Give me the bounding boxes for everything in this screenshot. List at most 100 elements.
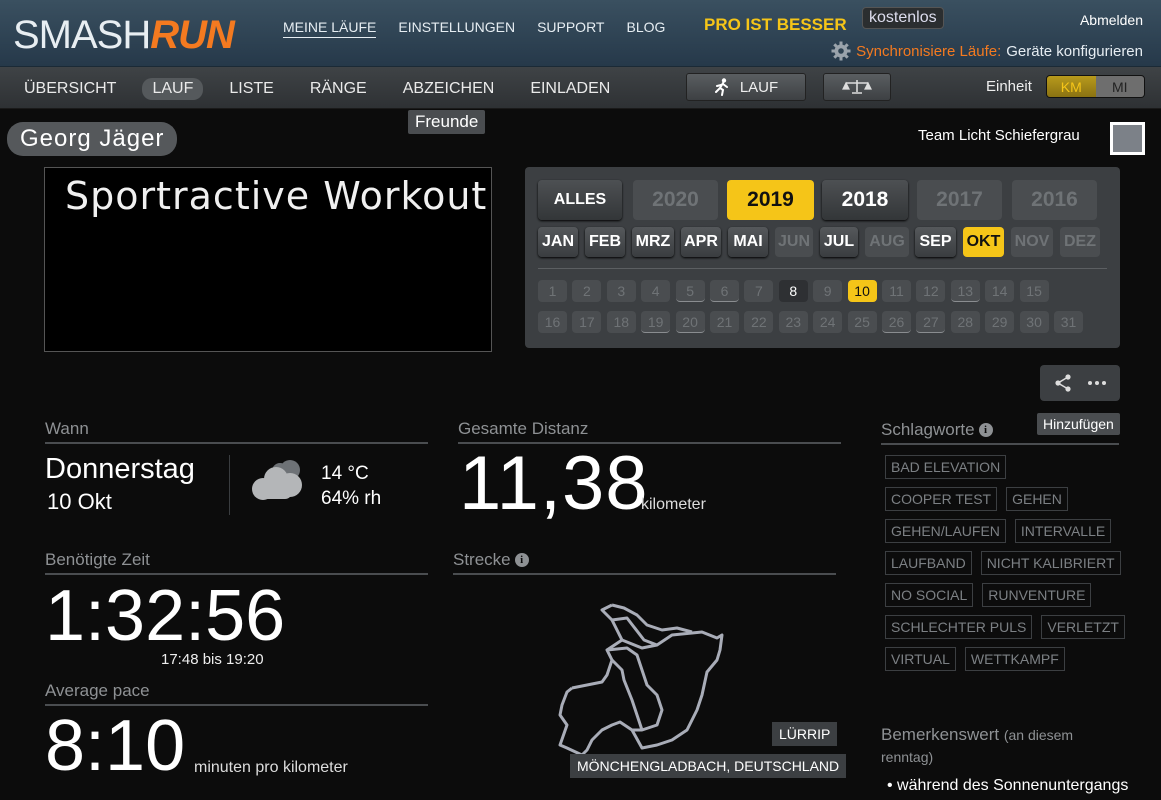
month-aug: AUG (865, 227, 909, 257)
share-icon[interactable] (1054, 373, 1072, 393)
tag-item[interactable]: COOPER TEST (885, 487, 998, 511)
day-10[interactable]: 10 (847, 280, 877, 302)
tab-einladen[interactable]: EINLADEN (520, 78, 620, 100)
year-2016-button: 2016 (1012, 180, 1097, 220)
map-tag-city[interactable]: MÖNCHENGLADBACH, DEUTSCHLAND (570, 754, 847, 778)
month-jun: JUN (775, 227, 813, 257)
pro-upsell-link[interactable]: PRO IST BESSER (704, 15, 847, 35)
top-nav: MEINE LÄUFE EINSTELLUNGEN SUPPORT BLOG (283, 19, 665, 38)
tag-item[interactable]: GEHEN (1006, 487, 1068, 511)
unit-mi[interactable]: MI (1095, 76, 1144, 97)
tag-item[interactable]: LAUFBAND (885, 551, 972, 575)
share-toolbar (1040, 365, 1120, 401)
day-12: 12 (916, 280, 946, 302)
info-icon[interactable]: i (514, 553, 529, 567)
day-6: 6 (710, 280, 739, 302)
month-sep[interactable]: SEP (915, 227, 956, 257)
when-label: Wann (45, 419, 89, 438)
nav-einstellungen[interactable]: EINSTELLUNGEN (398, 19, 515, 38)
tag-item[interactable]: NO SOCIAL (885, 583, 974, 607)
tab-liste[interactable]: LISTE (219, 78, 283, 100)
total-distance: 11,38 (459, 441, 649, 526)
distance-unit: kilometer (641, 496, 706, 513)
map-tag-area[interactable]: LÜRRIP (772, 722, 838, 746)
smashrun-logo[interactable]: SMASHRUN (13, 12, 235, 58)
year-all-button[interactable]: ALLES (538, 180, 622, 220)
tags-rule (881, 443, 1119, 445)
tag-item[interactable]: WETTKAMPF (964, 647, 1065, 671)
nav-support[interactable]: SUPPORT (537, 19, 604, 38)
day-17: 17 (572, 311, 602, 333)
humidity: 64% rh (321, 488, 382, 509)
tag-item[interactable]: GEHEN/LAUFEN (885, 519, 1006, 543)
user-name[interactable]: Georg Jäger (7, 122, 178, 156)
nav-meine-laeufe[interactable]: MEINE LÄUFE (283, 19, 377, 38)
month-dez: DEZ (1060, 227, 1100, 257)
route-label-wrap: Strecke i (453, 550, 529, 570)
day-11: 11 (882, 280, 911, 302)
month-feb[interactable]: FEB (585, 227, 625, 257)
tag-item[interactable]: NICHT KALIBRIERT (980, 551, 1121, 575)
day-21: 21 (710, 311, 739, 333)
tag-item[interactable]: INTERVALLE (1014, 519, 1112, 543)
add-run-button[interactable]: LAUF (686, 73, 806, 101)
day-8[interactable]: 8 (778, 280, 808, 302)
tag-item[interactable]: RUNVENTURE (982, 583, 1092, 607)
tab-uebersicht[interactable]: ÜBERSICHT (14, 78, 126, 100)
cloud-icon (252, 460, 302, 500)
day-2: 2 (572, 280, 602, 302)
nav-blog[interactable]: BLOG (627, 19, 666, 38)
sub-nav-items: ÜBERSICHT LAUF LISTE RÄNGE ABZEICHEN EIN… (14, 78, 636, 100)
temperature: 14 °C (321, 463, 369, 484)
notable-label: Bemerkenswert (881, 725, 1000, 744)
day-28: 28 (950, 311, 980, 333)
logout-link[interactable]: Abmelden (1080, 12, 1143, 28)
day-16: 16 (538, 311, 567, 333)
day-31: 31 (1054, 311, 1083, 333)
month-nov: NOV (1011, 227, 1053, 257)
gear-icon[interactable] (831, 41, 851, 61)
day-23: 23 (778, 311, 808, 333)
plan-badge: kostenlos (862, 7, 944, 29)
sync-area: Synchronisiere Läufe: Geräte konfigurier… (831, 41, 1143, 61)
sub-nav: ÜBERSICHT LAUF LISTE RÄNGE ABZEICHEN EIN… (0, 67, 1161, 109)
month-okt[interactable]: OKT (963, 227, 1004, 257)
scale-icon (842, 80, 872, 94)
configure-devices-link[interactable]: Geräte konfigurieren (1006, 43, 1143, 60)
month-apr[interactable]: APR (681, 227, 721, 257)
tag-item[interactable]: VERLETZT (1041, 615, 1125, 639)
day-3: 3 (606, 280, 636, 302)
month-jul[interactable]: JUL (820, 227, 858, 257)
tab-abzeichen[interactable]: ABZEICHEN (393, 78, 505, 100)
info-icon[interactable]: i (978, 423, 993, 437)
sync-label[interactable]: Synchronisiere Läufe: (856, 43, 1001, 60)
notable-heading: Bemerkenswert (an diesem renntag) (881, 724, 1111, 768)
notable-item: • während des Sonnenuntergangs (887, 777, 1129, 794)
month-mai[interactable]: MAI (728, 227, 768, 257)
tab-raenge[interactable]: RÄNGE (300, 78, 377, 100)
time-label: Benötigte Zeit (45, 550, 150, 569)
more-icon[interactable] (1087, 380, 1107, 386)
year-2018-button[interactable]: 2018 (822, 180, 908, 220)
tag-item[interactable]: BAD ELEVATION (885, 455, 1007, 479)
unit-km[interactable]: KM (1047, 76, 1096, 97)
month-mrz[interactable]: MRZ (632, 227, 674, 257)
route-rule (453, 573, 836, 575)
day-30: 30 (1019, 311, 1049, 333)
day-24: 24 (813, 311, 843, 333)
day-27: 27 (916, 311, 946, 333)
month-jan[interactable]: JAN (538, 227, 578, 257)
tag-item[interactable]: VIRTUAL (885, 647, 956, 671)
day-18: 18 (606, 311, 636, 333)
tag-item[interactable]: SCHLECHTER PULS (885, 615, 1033, 639)
run-date: 10 Okt (47, 489, 112, 514)
compare-button[interactable] (823, 73, 891, 101)
team-avatar[interactable] (1110, 122, 1145, 155)
unit-toggle[interactable]: KM MI (1046, 75, 1145, 98)
day-15: 15 (1019, 280, 1049, 302)
year-2019-button[interactable]: 2019 (727, 180, 814, 220)
day-5: 5 (675, 280, 705, 302)
team-name[interactable]: Team Licht Schiefergrau (918, 127, 1080, 144)
add-tooltip: Hinzufügen (1037, 413, 1120, 435)
tab-lauf[interactable]: LAUF (142, 78, 204, 100)
